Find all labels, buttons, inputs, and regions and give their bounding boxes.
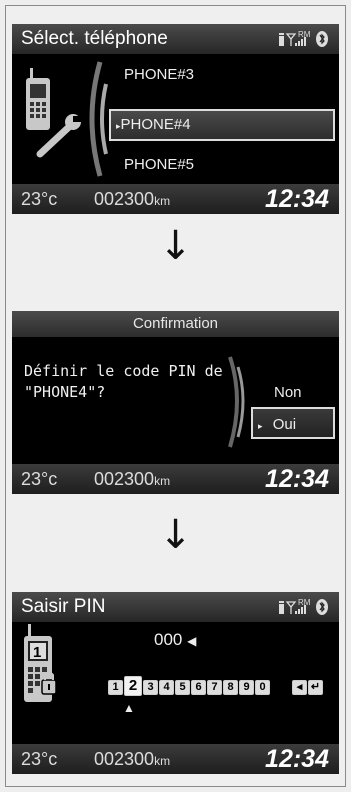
odometer: 002300km [94,189,170,210]
phone-battery-icon [279,601,284,614]
phone-list-item-selected[interactable]: ▸PHONE#4 [116,116,191,133]
dialog-message: Définir le code PIN de "PHONE4"? [24,361,223,403]
enter-key[interactable]: ↵ [308,680,323,695]
phone-select-screen: Sélect. téléphone RM PHONE#3 ▸PHONE#4 PH… [12,24,339,214]
pin-key-1[interactable]: 1 [108,680,123,695]
status-icons: RM [273,597,333,617]
odometer-unit: km [154,194,171,208]
pin-key-6[interactable]: 6 [191,680,206,695]
pin-value-display: 000 ◀ [154,630,196,650]
backspace-pointer-icon: ◀ [187,634,197,648]
pin-key-5[interactable]: 5 [175,680,190,695]
pin-key-2[interactable]: 2 [124,676,142,696]
status-footer: 23°c 002300km 12:34 [12,744,339,774]
odometer-value: 002300 [94,189,155,209]
pin-key-9[interactable]: 9 [239,680,254,695]
screen-title: Sélect. téléphone [21,28,168,49]
pin-key-0[interactable]: 0 [255,680,270,695]
screen-title-bar: Saisir PIN RM [12,592,339,622]
odometer: 002300km [94,469,170,490]
pin-key-4[interactable]: 4 [159,680,174,695]
no-button[interactable]: Non [274,384,302,401]
flow-arrow-down: ↓ [158,223,193,269]
dialog-message-line2: "PHONE4"? [24,383,106,401]
phone-settings-icon [26,61,108,177]
selection-pointer-icon: ▸ [258,421,263,431]
odometer-unit: km [154,754,171,768]
screen-title: Saisir PIN [21,596,106,617]
signal-label: RM [298,598,311,607]
pin-entry-screen: Saisir PIN RM 1 000 ◀ 1 2 3 4 5 6 7 8 9 … [12,592,339,774]
dialog-message-line1: Définir le code PIN de [24,362,223,380]
odometer-unit: km [154,474,171,488]
pin-key-7[interactable]: 7 [207,680,222,695]
backspace-key[interactable]: ◂ [292,680,307,695]
status-icons: RM [273,29,333,49]
dialog-title: Confirmation [12,311,339,338]
dialog-divider-arc [228,356,245,448]
yes-button-label: Oui [272,416,297,433]
confirmation-screen: Confirmation Définir le code PIN de "PHO… [12,311,339,494]
bluetooth-icon [316,31,328,47]
phone-list-item[interactable]: PHONE#5 [124,156,194,173]
bluetooth-icon [316,599,328,615]
pin-key-8[interactable]: 8 [223,680,238,695]
flow-arrow-down: ↓ [158,512,193,558]
odometer-value: 002300 [94,469,155,489]
clock: 12:34 [265,185,329,213]
phone-list-area: PHONE#3 ▸PHONE#4 PHONE#5 [12,54,339,184]
odometer-value: 002300 [94,749,155,769]
screen-title-bar: Sélect. téléphone RM [12,24,339,54]
phone-slot-number: 1 [33,644,41,661]
pin-key-3[interactable]: 3 [143,680,158,695]
phone-list-item-label: PHONE#4 [120,116,191,133]
signal-label: RM [298,30,311,39]
phone-lock-icon: 1 [24,624,57,702]
outside-temperature: 23°c [21,749,58,769]
pin-value: 000 [154,630,183,649]
outside-temperature: 23°c [21,189,58,209]
clock: 12:34 [265,465,329,493]
odometer: 002300km [94,749,170,770]
clock: 12:34 [265,745,329,773]
status-footer: 23°c 002300km 12:34 [12,184,339,214]
cursor-indicator-icon: ▲ [123,701,135,715]
pin-entry-area: 1 000 ◀ 1234567890 ↵ ◂ ▲ [12,622,339,744]
yes-button[interactable]: ▸ Oui [258,416,296,433]
status-footer: 23°c 002300km 12:34 [12,464,339,494]
phone-battery-icon [279,33,284,46]
outside-temperature: 23°c [21,469,58,489]
phone-list-item[interactable]: PHONE#3 [124,66,194,83]
